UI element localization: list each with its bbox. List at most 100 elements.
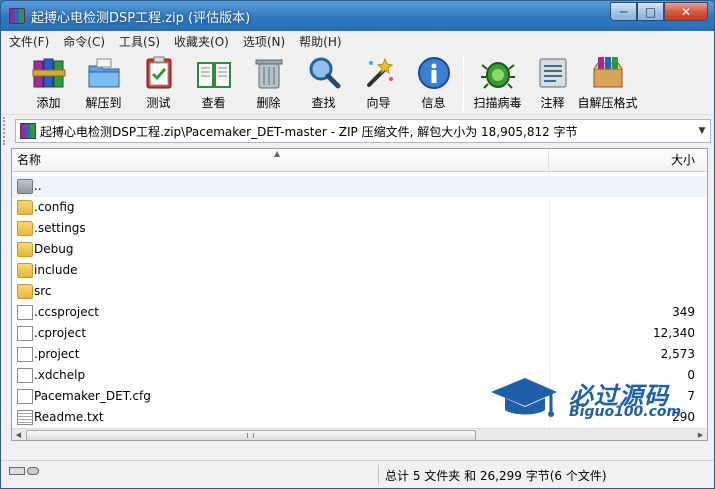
add-button[interactable]: 添加 xyxy=(21,51,76,113)
winrar-app-icon[interactable] xyxy=(9,8,25,24)
file-name: .xdchelp xyxy=(34,368,86,382)
folder-extract-icon xyxy=(88,58,119,88)
menu-commands[interactable]: 命令(C) xyxy=(63,33,105,50)
note-icon xyxy=(539,58,566,88)
address-path: 起搏心电检测DSP工程.zip\Pacemaker_DET-master - Z… xyxy=(40,124,578,139)
info-icon xyxy=(417,57,450,89)
column-header-name[interactable]: 名称 xyxy=(12,149,549,172)
toolbar: 添加 解压到 测试 查看 删除 查找 向导 信息 扫描病毒 注释 自解压格式 xyxy=(1,51,714,115)
scrollbar-thumb[interactable] xyxy=(26,430,476,440)
file-icon xyxy=(17,326,33,341)
winrar-window: 起搏心电检测DSP工程.zip (评估版本) ─ □ ✕ 文件(F) 命令(C)… xyxy=(0,0,715,489)
table-row[interactable]: .project 2,573 xyxy=(12,344,707,365)
magnifier-icon xyxy=(309,57,340,89)
status-bar: 总计 5 文件夹 和 26,299 字节(6 个文件) xyxy=(1,460,714,488)
column-header-size[interactable]: 大小 xyxy=(550,149,707,172)
file-size: 349 xyxy=(672,305,695,319)
table-row[interactable]: .. xyxy=(12,176,707,197)
table-row[interactable]: include xyxy=(12,260,707,281)
text-file-icon xyxy=(17,410,33,425)
file-name: .config xyxy=(34,200,75,214)
menu-help[interactable]: 帮助(H) xyxy=(299,33,341,50)
file-name: .. xyxy=(34,179,42,193)
comment-button[interactable]: 注释 xyxy=(525,51,580,113)
table-row[interactable]: src xyxy=(12,281,707,302)
scan-virus-label: 扫描病毒 xyxy=(473,96,522,110)
drive-icon[interactable] xyxy=(9,467,25,475)
table-row[interactable]: .ccsproject 349 xyxy=(12,302,707,323)
chevron-down-icon[interactable]: ▼ xyxy=(694,126,710,136)
watermark: 必过源码 Biguo100.com xyxy=(489,374,699,424)
address-grip[interactable] xyxy=(3,117,11,145)
file-icon xyxy=(17,305,33,320)
key-icon[interactable] xyxy=(27,467,39,475)
menu-tools[interactable]: 工具(S) xyxy=(119,33,160,50)
file-name: Readme.txt xyxy=(34,410,104,424)
parent-folder-icon xyxy=(17,179,33,194)
graduation-cap-icon xyxy=(491,378,557,417)
maximize-button[interactable]: □ xyxy=(637,2,664,21)
folder-icon xyxy=(17,200,33,215)
extract-button[interactable]: 解压到 xyxy=(76,51,131,113)
add-label: 添加 xyxy=(36,96,61,110)
file-name: Debug xyxy=(34,242,74,256)
file-icon xyxy=(17,368,33,383)
address-bar[interactable]: 起搏心电检测DSP工程.zip\Pacemaker_DET-master - Z… xyxy=(15,119,711,143)
window-controls: ─ □ ✕ xyxy=(610,2,708,21)
file-name: include xyxy=(34,263,78,277)
folder-icon xyxy=(17,263,33,278)
find-label: 查找 xyxy=(311,96,336,110)
window-title: 起搏心电检测DSP工程.zip (评估版本) xyxy=(31,10,251,26)
scan-virus-button[interactable]: 扫描病毒 xyxy=(470,51,525,113)
file-name: src xyxy=(34,284,52,298)
test-button[interactable]: 测试 xyxy=(131,51,186,113)
wizard-label: 向导 xyxy=(366,96,391,110)
archive-icon xyxy=(20,123,36,139)
view-button[interactable]: 查看 xyxy=(186,51,241,113)
wizard-button[interactable]: 向导 xyxy=(351,51,406,113)
status-separator xyxy=(378,465,379,485)
extract-label: 解压到 xyxy=(85,96,122,110)
table-row[interactable]: .settings xyxy=(12,218,707,239)
status-summary: 总计 5 文件夹 和 26,299 字节(6 个文件) xyxy=(385,469,607,483)
minimize-button[interactable]: ─ xyxy=(610,2,637,21)
delete-button[interactable]: 删除 xyxy=(241,51,296,113)
box-icon xyxy=(593,57,622,88)
file-icon xyxy=(17,389,33,404)
close-button[interactable]: ✕ xyxy=(664,2,708,21)
scroll-left-icon[interactable]: ◀ xyxy=(12,429,25,440)
sort-up-icon: ▲ xyxy=(274,149,281,158)
file-name: Pacemaker_DET.cfg xyxy=(34,389,151,403)
file-name: .project xyxy=(34,347,80,361)
table-row[interactable]: .config xyxy=(12,197,707,218)
menu-options[interactable]: 选项(N) xyxy=(243,33,285,50)
title-bar[interactable]: 起搏心电检测DSP工程.zip (评估版本) ─ □ ✕ xyxy=(1,1,714,31)
horizontal-scrollbar[interactable]: ◀ ▶ xyxy=(12,428,707,440)
bug-icon xyxy=(480,62,515,89)
toolbar-separator xyxy=(463,55,464,111)
menu-favorites[interactable]: 收藏夹(O) xyxy=(174,33,229,50)
file-name: .ccsproject xyxy=(34,305,99,319)
table-row[interactable]: .cproject 12,340 xyxy=(12,323,707,344)
info-button[interactable]: 信息 xyxy=(406,51,461,113)
list-header: 名称 ▲ 大小 xyxy=(12,149,707,172)
grip-icon xyxy=(247,433,254,438)
book-icon xyxy=(196,62,231,88)
folder-icon xyxy=(17,221,33,236)
menu-file[interactable]: 文件(F) xyxy=(9,33,49,50)
file-name: .settings xyxy=(34,221,86,235)
magic-wand-icon xyxy=(366,57,393,87)
menu-bar: 文件(F) 命令(C) 工具(S) 收藏夹(O) 选项(N) 帮助(H) xyxy=(1,31,714,51)
books-icon xyxy=(32,58,65,88)
table-row[interactable]: Debug xyxy=(12,239,707,260)
trash-icon xyxy=(255,59,282,89)
view-label: 查看 xyxy=(201,96,226,110)
scroll-right-icon[interactable]: ▶ xyxy=(694,429,707,440)
sfx-button[interactable]: 自解压格式 xyxy=(577,51,638,113)
sfx-label: 自解压格式 xyxy=(577,96,638,110)
find-button[interactable]: 查找 xyxy=(296,51,351,113)
folder-icon xyxy=(17,284,33,299)
comment-label: 注释 xyxy=(540,96,565,110)
test-label: 测试 xyxy=(146,96,171,110)
file-name: .cproject xyxy=(34,326,87,340)
